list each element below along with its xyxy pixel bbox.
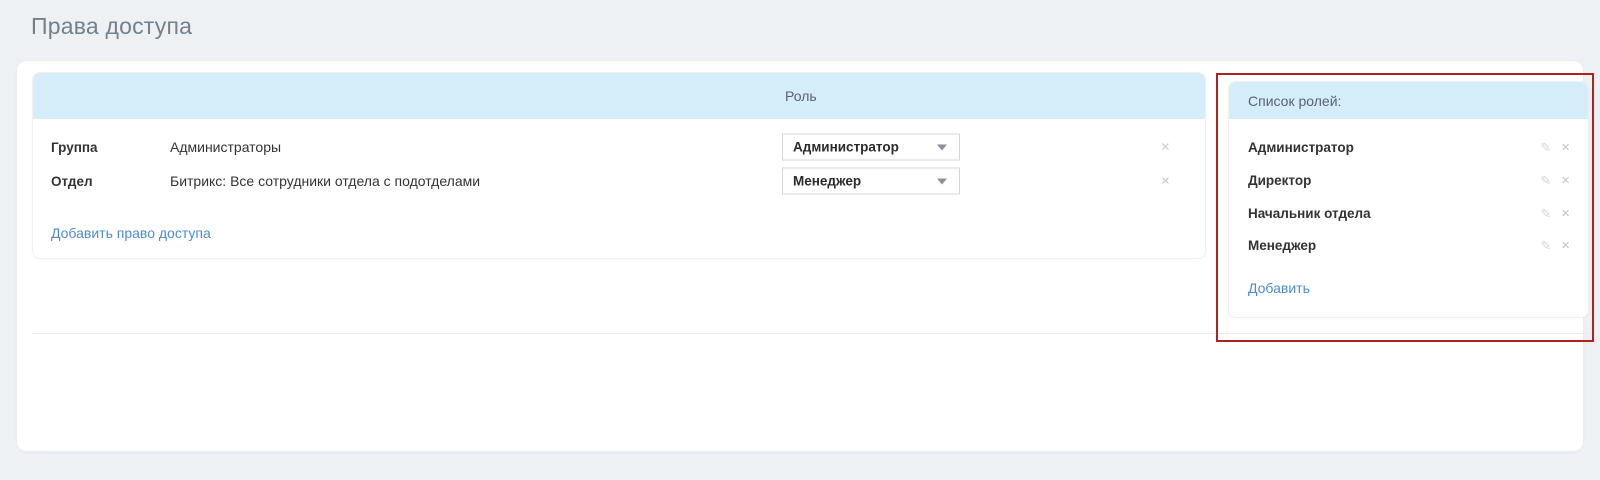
table-row: Отдел Битрикс: Все сотрудники отдела с п… xyxy=(33,167,1205,195)
table-header: Роль xyxy=(33,73,1205,119)
entity-name: Администраторы xyxy=(170,139,281,155)
add-access-right-link[interactable]: Добавить право доступа xyxy=(51,225,211,241)
list-item: Директор ✎ × xyxy=(1248,170,1570,190)
role-select[interactable]: Администратор xyxy=(782,134,960,161)
roles-panel: Список ролей: Администратор ✎ × Директор… xyxy=(1228,81,1589,318)
role-name: Администратор xyxy=(1248,140,1540,155)
role-column-header: Роль xyxy=(785,73,817,119)
close-icon[interactable]: × xyxy=(1561,238,1570,253)
edit-pencil-icon[interactable]: ✎ xyxy=(1540,174,1551,187)
entity-type-label: Группа xyxy=(51,140,170,155)
edit-pencil-icon[interactable]: ✎ xyxy=(1540,239,1551,252)
role-select-value: Администратор xyxy=(793,140,937,155)
close-icon[interactable]: × xyxy=(1561,206,1570,221)
close-icon[interactable]: × xyxy=(1161,140,1170,155)
role-select[interactable]: Менеджер xyxy=(782,168,960,195)
add-role-link[interactable]: Добавить xyxy=(1248,280,1310,296)
content-card: Роль Группа Администраторы Администратор… xyxy=(16,60,1584,452)
close-icon[interactable]: × xyxy=(1161,174,1170,189)
list-item: Менеджер ✎ × xyxy=(1248,235,1570,255)
edit-pencil-icon[interactable]: ✎ xyxy=(1540,141,1551,154)
list-item: Администратор ✎ × xyxy=(1248,137,1570,157)
page-title: Права доступа xyxy=(31,13,192,40)
divider xyxy=(32,333,1589,334)
role-name: Менеджер xyxy=(1248,238,1540,253)
role-name: Начальник отдела xyxy=(1248,206,1540,221)
chevron-down-icon xyxy=(937,144,947,150)
edit-pencil-icon[interactable]: ✎ xyxy=(1540,207,1551,220)
roles-panel-title: Список ролей: xyxy=(1248,93,1341,109)
chevron-down-icon xyxy=(937,178,947,184)
list-item: Начальник отдела ✎ × xyxy=(1248,203,1570,223)
entity-type-label: Отдел xyxy=(51,174,170,189)
role-name: Директор xyxy=(1248,173,1540,188)
entity-name: Битрикс: Все сотрудники отдела с подотде… xyxy=(170,173,480,189)
close-icon[interactable]: × xyxy=(1561,173,1570,188)
roles-panel-header: Список ролей: xyxy=(1229,82,1588,119)
table-row: Группа Администраторы Администратор × xyxy=(33,133,1205,161)
access-rights-table: Роль Группа Администраторы Администратор… xyxy=(32,72,1206,259)
role-select-value: Менеджер xyxy=(793,174,937,189)
close-icon[interactable]: × xyxy=(1561,140,1570,155)
